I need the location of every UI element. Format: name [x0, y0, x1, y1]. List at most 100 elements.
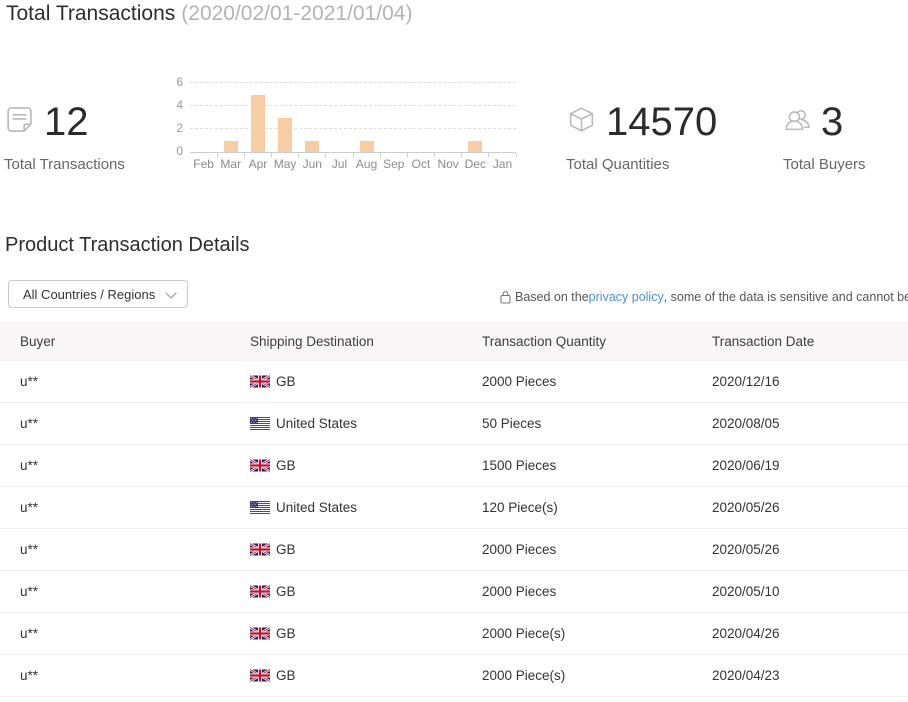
destination-label: GB	[276, 374, 296, 389]
table-header-row: Buyer Shipping Destination Transaction Q…	[0, 322, 908, 361]
us-flag-icon	[250, 417, 270, 430]
destination-cell: GB	[250, 458, 482, 473]
x-tick-label: Nov	[437, 157, 458, 171]
chart-month-slot: Feb	[190, 84, 217, 152]
chart-month-slot: Nov	[435, 84, 462, 152]
x-tick-label: Jun	[303, 157, 322, 171]
date-cell: 2020/05/10	[712, 584, 908, 599]
chart-month-slot: Dec	[462, 84, 489, 152]
chart-month-slot: Sep	[380, 84, 407, 152]
quantity-cell: 1500 Pieces	[482, 458, 712, 473]
chart-month-slot: Jan	[489, 84, 516, 152]
chart-month-slot: Aug	[353, 84, 380, 152]
col-header-destination: Shipping Destination	[250, 334, 482, 349]
bar-may	[278, 118, 292, 153]
destination-label: United States	[276, 416, 357, 431]
bar-dec	[468, 141, 482, 153]
x-tick-label: Oct	[412, 157, 431, 171]
transactions-bar-chart: 0246FebMarAprMayJunJulAugSepOctNovDecJan	[168, 78, 516, 172]
bar-jun	[305, 141, 319, 153]
package-icon	[566, 104, 597, 140]
col-header-buyer: Buyer	[20, 334, 250, 349]
bar-apr	[251, 95, 265, 153]
chart-month-slot: Oct	[407, 84, 434, 152]
destination-label: United States	[276, 500, 357, 515]
quantity-cell: 2000 Pieces	[482, 374, 712, 389]
x-tick-label: Sep	[383, 157, 404, 171]
y-tick-label: 0	[176, 144, 183, 158]
destination-cell: GB	[250, 374, 482, 389]
chart-month-slot: Apr	[244, 84, 271, 152]
transactions-table: Buyer Shipping Destination Transaction Q…	[0, 322, 908, 697]
quantity-cell: 2000 Piece(s)	[482, 668, 712, 683]
table-row: u** United States 50 Pieces 2020/08/05	[0, 403, 908, 445]
table-row: u** United States 120 Piece(s) 2020/05/2…	[0, 487, 908, 529]
privacy-text-suffix: , some of the data is sensitive and cann…	[664, 290, 908, 304]
date-cell: 2020/04/26	[712, 626, 908, 641]
quantity-cell: 2000 Pieces	[482, 542, 712, 557]
x-tick-label: Jan	[493, 157, 512, 171]
destination-label: GB	[276, 542, 296, 557]
y-tick-label: 6	[176, 75, 183, 89]
destination-cell: GB	[250, 626, 482, 641]
country-filter-value: All Countries / Regions	[23, 287, 155, 302]
buyer-cell: u**	[20, 668, 250, 683]
date-range: (2020/02/01-2021/01/04)	[181, 2, 412, 25]
destination-cell: GB	[250, 668, 482, 683]
buyer-cell: u**	[20, 416, 250, 431]
total-transactions-value: 12	[44, 102, 89, 142]
date-cell: 2020/05/26	[712, 542, 908, 557]
table-row: u** GB 2000 Pieces 2020/12/16	[0, 361, 908, 403]
x-tick-label: Apr	[249, 157, 268, 171]
page-title: Total Transactions(2020/02/01-2021/01/04…	[6, 2, 412, 26]
date-cell: 2020/05/26	[712, 500, 908, 515]
gb-flag-icon	[250, 669, 270, 682]
gb-flag-icon	[250, 375, 270, 388]
quantity-cell: 120 Piece(s)	[482, 500, 712, 515]
buyer-cell: u**	[20, 500, 250, 515]
chevron-down-icon	[165, 287, 177, 302]
y-tick-label: 2	[176, 121, 183, 135]
chart-month-slot: Jun	[299, 84, 326, 152]
date-cell: 2020/04/23	[712, 668, 908, 683]
destination-cell: United States	[250, 416, 482, 431]
destination-label: GB	[276, 668, 296, 683]
date-cell: 2020/06/19	[712, 458, 908, 473]
stat-total-transactions: 12 Total Transactions	[4, 102, 125, 173]
destination-label: GB	[276, 584, 296, 599]
stat-total-buyers: 3 Total Buyers	[783, 102, 866, 173]
date-cell: 2020/12/16	[712, 374, 908, 389]
privacy-policy-link[interactable]: privacy policy	[589, 290, 664, 304]
x-tick-label: Dec	[465, 157, 486, 171]
x-tick-label: May	[274, 157, 297, 171]
table-row: u** GB 1500 Pieces 2020/06/19	[0, 445, 908, 487]
chart-month-slot: May	[272, 84, 299, 152]
destination-label: GB	[276, 458, 296, 473]
x-tick-label: Feb	[193, 157, 214, 171]
x-tick-label: Jul	[332, 157, 347, 171]
col-header-quantity: Transaction Quantity	[482, 334, 712, 349]
buyers-icon	[783, 105, 812, 139]
table-row: u** GB 2000 Piece(s) 2020/04/23	[0, 655, 908, 697]
bar-aug	[360, 141, 374, 153]
section-title: Product Transaction Details	[5, 234, 250, 257]
gb-flag-icon	[250, 585, 270, 598]
total-transactions-label: Total Transactions	[4, 156, 125, 173]
gb-flag-icon	[250, 627, 270, 640]
total-buyers-value: 3	[821, 102, 843, 142]
destination-cell: United States	[250, 500, 482, 515]
country-filter-dropdown[interactable]: All Countries / Regions	[8, 280, 188, 308]
chart-month-slot: Mar	[217, 84, 244, 152]
us-flag-icon	[250, 501, 270, 514]
buyer-cell: u**	[20, 374, 250, 389]
col-header-date: Transaction Date	[712, 334, 908, 349]
date-cell: 2020/08/05	[712, 416, 908, 431]
gb-flag-icon	[250, 543, 270, 556]
destination-cell: GB	[250, 584, 482, 599]
destination-label: GB	[276, 626, 296, 641]
lock-icon	[500, 290, 511, 304]
transactions-panel: Total Transactions (2020/02/01-2021/01/04…	[0, 0, 908, 702]
table-row: u** GB 2000 Pieces 2020/05/10	[0, 571, 908, 613]
quantity-cell: 50 Pieces	[482, 416, 712, 431]
quantity-cell: 2000 Pieces	[482, 584, 712, 599]
